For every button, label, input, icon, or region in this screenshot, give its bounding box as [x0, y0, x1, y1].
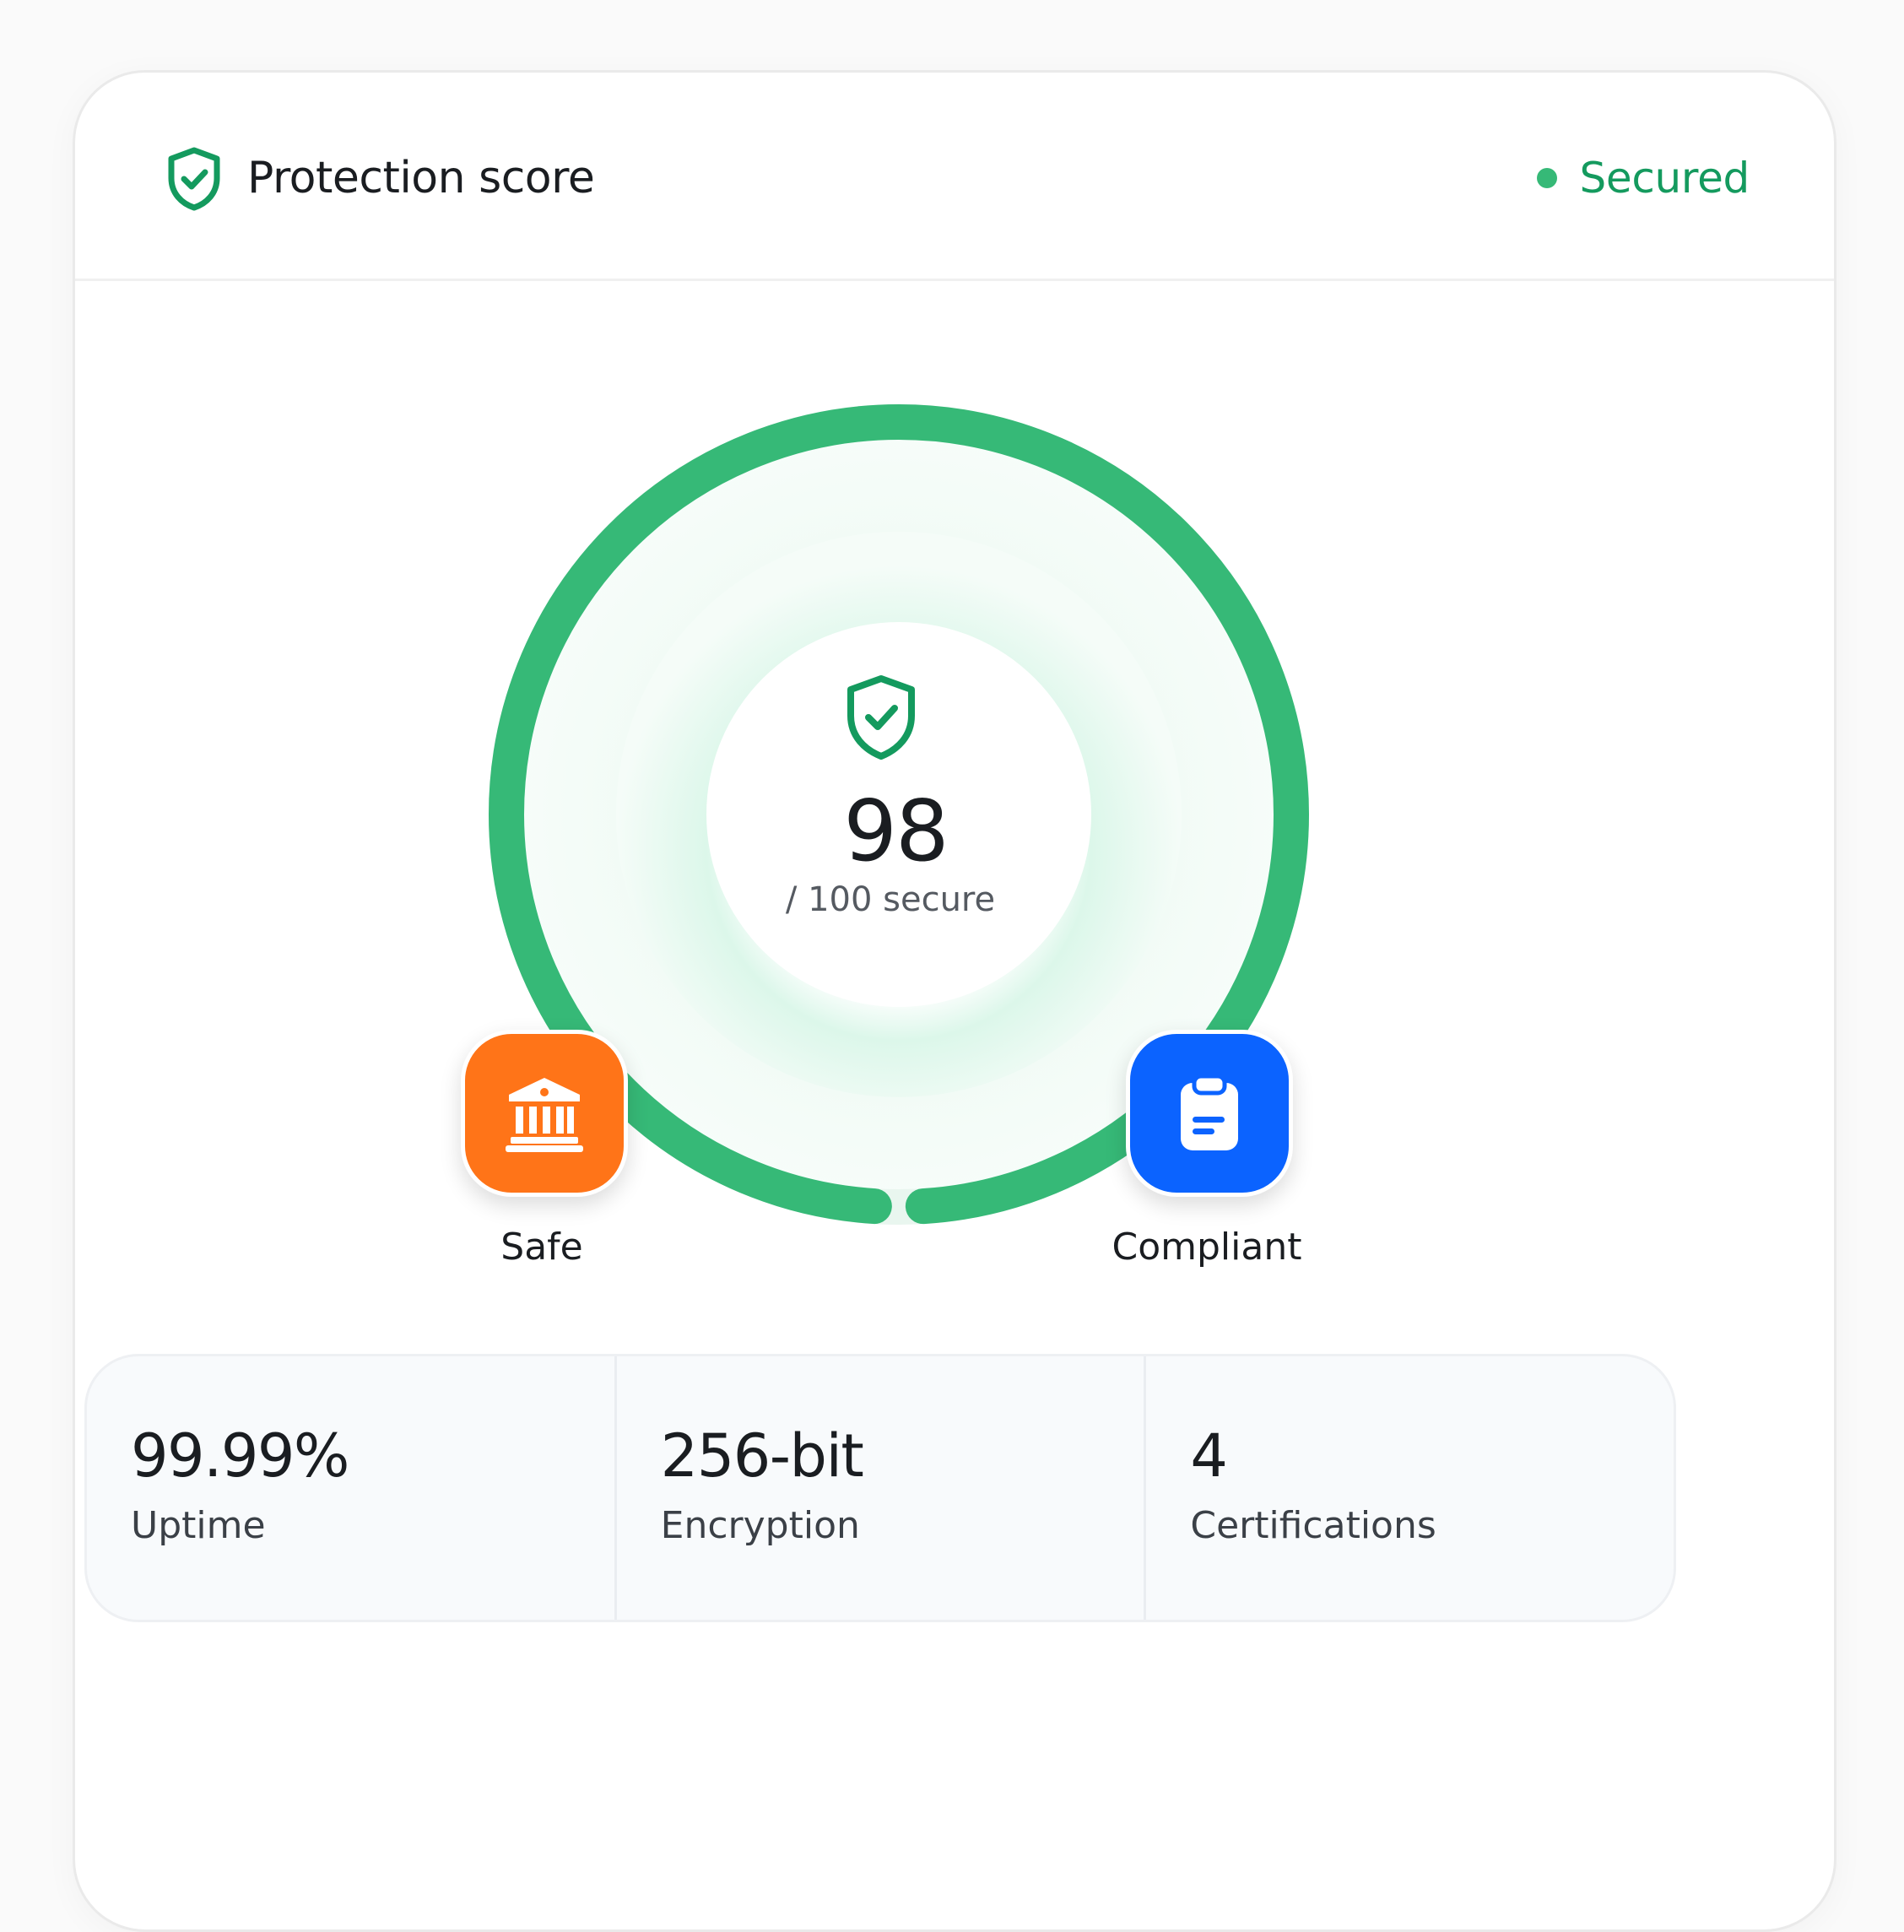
safe-label: Safe [500, 1226, 583, 1269]
status-label: Secured [1579, 154, 1750, 203]
card-header: Protection score Secured [75, 73, 1834, 281]
stats-panel: 99.99% Uptime 256-bit Encryption 4 Certi… [84, 1354, 1676, 1622]
safe-badge[interactable] [461, 1030, 628, 1197]
status-indicator: Secured [1537, 149, 1750, 208]
stat-label: Uptime [131, 1504, 266, 1547]
compliant-badge[interactable] [1126, 1030, 1293, 1197]
bank-icon [506, 1078, 583, 1152]
stat-label: Encryption [660, 1504, 860, 1547]
stat-encryption: 256-bit Encryption [617, 1356, 1147, 1620]
stat-value: 99.99% [131, 1421, 349, 1491]
stat-value: 256-bit [660, 1421, 864, 1491]
shield-check-icon [844, 674, 918, 763]
stat-certifications: 4 Certifications [1146, 1356, 1674, 1620]
score-value: 98 [843, 782, 949, 880]
compliant-label: Compliant [1112, 1226, 1302, 1269]
clipboard-icon [1181, 1074, 1238, 1150]
stat-value: 4 [1190, 1421, 1228, 1491]
page-title: Protection score [247, 153, 595, 203]
stat-uptime: 99.99% Uptime [87, 1356, 617, 1620]
status-dot [1537, 168, 1558, 188]
score-subtitle: / 100 secure [785, 880, 996, 919]
shield-check-icon [165, 146, 224, 212]
stat-label: Certifications [1190, 1504, 1436, 1547]
